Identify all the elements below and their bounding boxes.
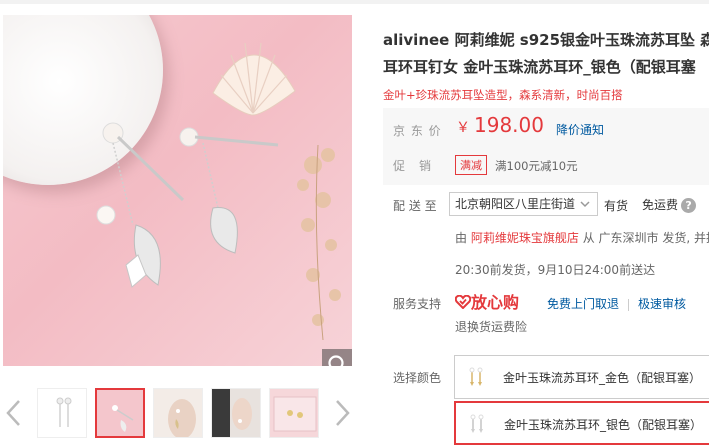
free-shipping-text: 免运费 (642, 198, 679, 212)
gold-earring-swatch (469, 367, 483, 386)
product-title: alivinee 阿莉维妮 s925银金叶玉珠流苏耳坠 森 耳环耳钉女 金叶玉珠… (383, 27, 709, 81)
promo-text: 满100元减10元 (495, 159, 578, 173)
thumbnail-2[interactable] (95, 388, 145, 438)
fangxingou-badge[interactable]: 放心购 (454, 289, 520, 313)
help-icon[interactable]: ? (681, 198, 697, 213)
thumbnail-5[interactable] (269, 388, 319, 438)
price-drop-notify-link[interactable]: 降价通知 (556, 121, 604, 138)
top-divider (0, 0, 709, 4)
earring-right (179, 127, 279, 254)
fangxingou-text: 放心购 (471, 293, 520, 312)
ship-from-prefix: 由 (455, 231, 468, 245)
color-option-gold-label: 金叶玉珠流苏耳环_金色（配银耳塞） (503, 371, 702, 385)
color-option-gold[interactable]: 金叶玉珠流苏耳环_金色（配银耳塞） (454, 355, 709, 399)
product-title-line2: 耳环耳钉女 金叶玉珠流苏耳环_银色（配银耳塞 (383, 58, 696, 76)
product-subtitle: 金叶+珍珠流苏耳坠造型，森系清新，时尚百搭 (383, 88, 623, 102)
chevron-down-icon (580, 201, 590, 208)
service-label: 服务支持 (393, 297, 442, 311)
ship-from-line: 由 阿莉维妮珠宝旗舰店 从 广东深圳市 发货, 并提 (455, 229, 709, 246)
color-label: 选择颜色 (393, 371, 442, 385)
store-link[interactable]: 阿莉维妮珠宝旗舰店 (471, 231, 579, 245)
thumb-prev-arrow-icon[interactable] (4, 398, 24, 428)
thumbnail-4[interactable] (211, 388, 261, 438)
price-label: 京 东 价 (393, 124, 442, 138)
decor-flowers (297, 144, 341, 341)
delivery-schedule: 20:30前发货，9月10日24:00前送达 (455, 263, 656, 277)
thumbnail-1[interactable] (37, 388, 87, 438)
currency-symbol: ￥ (456, 120, 470, 136)
price-value: ￥ 198.00 (456, 113, 544, 137)
product-title-line1: alivinee 阿莉维妮 s925银金叶玉珠流苏耳坠 森 (383, 31, 709, 49)
product-main-image[interactable] (3, 15, 352, 366)
thumbnail-3[interactable] (153, 388, 203, 438)
price-amount: 198.00 (474, 113, 544, 137)
delivery-label: 配 送 至 (393, 199, 437, 213)
divider (628, 298, 630, 311)
silver-earring-swatch (470, 414, 484, 433)
magnifier-icon (328, 355, 344, 366)
free-shipping: 免运费? (642, 196, 697, 213)
color-option-silver[interactable]: 金叶玉珠流苏耳环_银色（配银耳塞） (454, 401, 709, 445)
ship-from-suffix: 从 广东深圳市 发货, 并提 (582, 231, 709, 245)
heart-check-icon (454, 294, 472, 310)
color-option-silver-label: 金叶玉珠流苏耳环_银色（配银耳塞） (504, 418, 703, 432)
thumb-next-arrow-icon[interactable] (332, 398, 352, 428)
stock-status: 有货 (604, 199, 629, 213)
service-links: 免费上门取退 极速审核 (547, 295, 686, 312)
fast-audit-link[interactable]: 极速审核 (638, 297, 686, 311)
zoom-button[interactable] (322, 349, 352, 366)
decor-shell (212, 42, 296, 116)
promo-tag: 满减 (455, 155, 487, 175)
address-select[interactable]: 北京朝阳区八里庄街道 (449, 192, 598, 216)
free-pickup-link[interactable]: 免费上门取退 (547, 297, 619, 311)
promo-label: 促 销 (393, 159, 433, 173)
address-value: 北京朝阳区八里庄街道 (455, 197, 576, 211)
return-insurance: 退换货运费险 (455, 320, 528, 334)
